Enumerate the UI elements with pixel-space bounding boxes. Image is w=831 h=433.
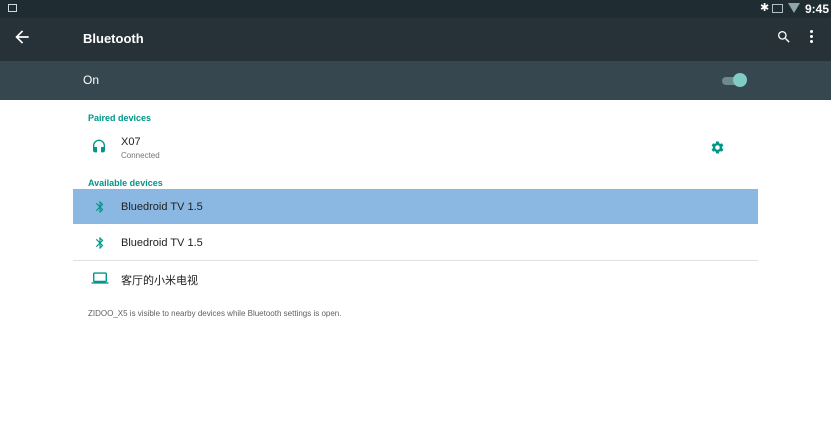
page-title: Bluetooth: [83, 31, 144, 46]
available-device-row[interactable]: 客厅的小米电视: [73, 261, 758, 295]
headset-icon: [91, 139, 107, 160]
device-status: Connected: [121, 151, 160, 160]
device-name: Bluedroid TV 1.5: [121, 201, 203, 213]
available-devices-header: Available devices: [88, 178, 163, 188]
bluetooth-icon: [93, 235, 107, 256]
bluetooth-toggle[interactable]: [722, 73, 747, 89]
back-arrow-icon[interactable]: [12, 27, 32, 47]
wifi-icon: [788, 3, 800, 13]
paired-devices-header: Paired devices: [88, 113, 152, 123]
status-bar: ✱ 9:45: [0, 0, 831, 18]
ethernet-icon: [772, 4, 783, 13]
laptop-icon: [91, 271, 109, 290]
more-vert-icon[interactable]: [806, 28, 816, 46]
toggle-thumb: [733, 73, 747, 87]
visibility-footer-text: ZIDOO_X5 is visible to nearby devices wh…: [88, 309, 342, 318]
notification-icon: [8, 4, 17, 12]
paired-device-row[interactable]: X07 Connected: [73, 131, 758, 165]
gear-icon[interactable]: [710, 140, 725, 155]
bluetooth-master-switch-bar[interactable]: On: [0, 61, 831, 100]
switch-label: On: [83, 73, 100, 87]
clock: 9:45: [805, 2, 830, 16]
app-toolbar: Bluetooth: [0, 18, 831, 61]
device-name: Bluedroid TV 1.5: [121, 237, 203, 249]
search-icon[interactable]: [776, 29, 792, 45]
available-device-row[interactable]: Bluedroid TV 1.5: [73, 189, 758, 224]
device-name: X07: [121, 136, 141, 148]
available-device-row[interactable]: Bluedroid TV 1.5: [73, 225, 758, 260]
bluetooth-icon: [93, 199, 107, 220]
device-name: 客厅的小米电视: [121, 275, 198, 287]
bluetooth-status-icon: ✱: [760, 2, 770, 14]
